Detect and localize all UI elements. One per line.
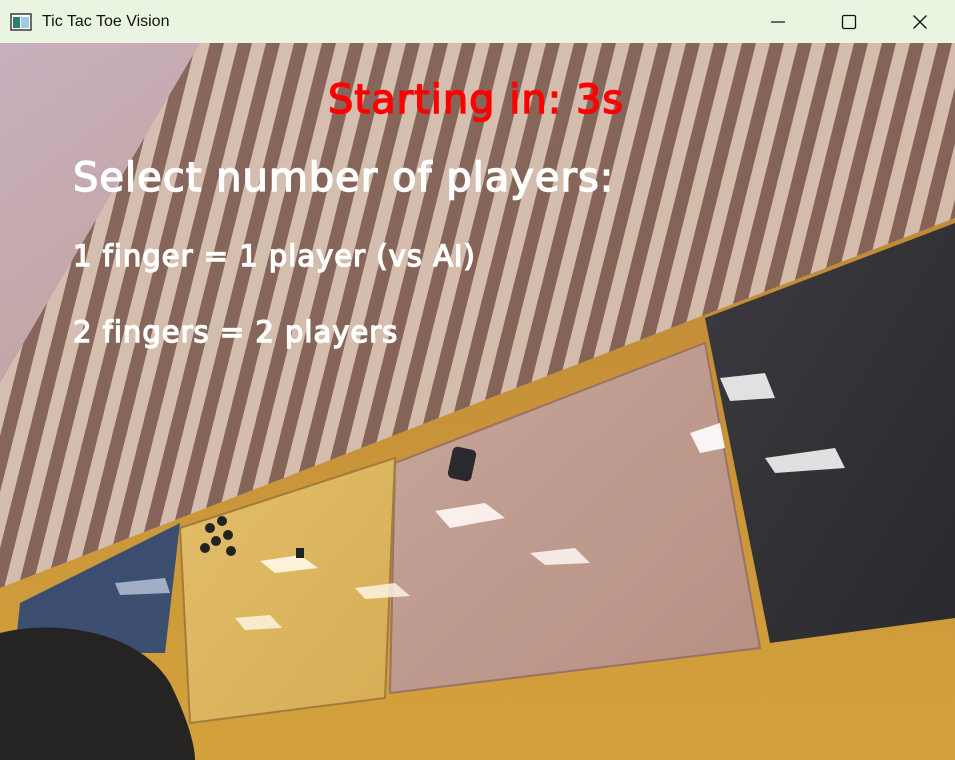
player-select-prompt: Select number of players: (72, 154, 615, 201)
camera-feed: Starting in: 3s Select number of players… (0, 43, 955, 760)
countdown-text: Starting in: 3s (327, 76, 625, 123)
close-icon (912, 14, 927, 29)
window-title: Tic Tac Toe Vision (42, 12, 170, 30)
minimize-button[interactable] (742, 0, 813, 43)
app-icon (10, 12, 32, 31)
app-window: Tic Tac Toe Vision Starting in: 3s Selec… (0, 0, 955, 760)
minimize-icon (770, 20, 785, 23)
option-two-players: 2 fingers = 2 players (72, 314, 399, 349)
maximize-button[interactable] (813, 0, 884, 43)
webcam-frame (0, 43, 955, 760)
option-one-player: 1 finger = 1 player (vs AI) (72, 238, 476, 273)
maximize-icon (841, 14, 856, 29)
close-button[interactable] (884, 0, 955, 43)
title-bar[interactable]: Tic Tac Toe Vision (0, 0, 955, 43)
